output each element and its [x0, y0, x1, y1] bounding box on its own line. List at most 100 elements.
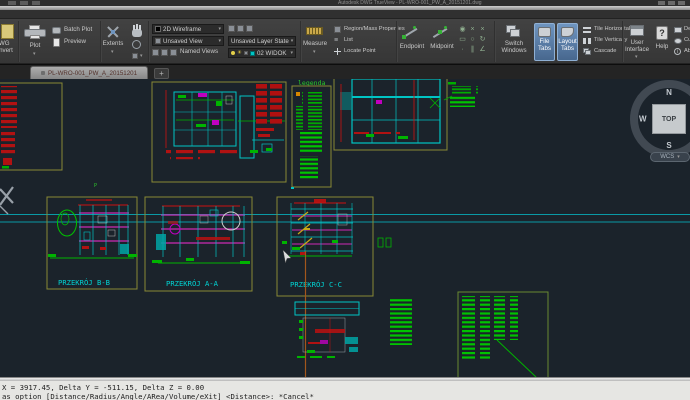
endpoint-icon[interactable]: [402, 26, 418, 40]
snap-intersection-icon[interactable]: ×: [468, 25, 477, 34]
visual-style-dropdown[interactable]: 2D Wireframe ▾: [152, 24, 224, 34]
viewcube-top-face[interactable]: TOP: [652, 104, 686, 134]
midpoint-button[interactable]: Midpoint: [428, 43, 456, 51]
file-tab-active[interactable]: PL-WRO-001_PW_A_20151201: [30, 66, 148, 79]
extents-caret[interactable]: ▾: [111, 50, 114, 55]
customer-involvement-icon: [674, 38, 682, 44]
dwg-convert-button[interactable]: DWG Convert: [0, 40, 19, 55]
close-button[interactable]: [678, 1, 685, 5]
navigation-caret[interactable]: ▾: [140, 54, 143, 59]
snap-polygon-icon[interactable]: ○: [468, 35, 477, 44]
snap-node-icon[interactable]: ·: [458, 45, 467, 54]
dwg-convert-icon[interactable]: [1, 24, 14, 39]
layer-state-dropdown[interactable]: Unsaved Layer State ▾: [228, 36, 296, 46]
drawing-content: legenda P PRZEKRÓJ B-B PRZEKRÓJ A-A PRZE…: [0, 79, 690, 377]
user-interface-button[interactable]: User Interface: [622, 39, 652, 54]
midpoint-icon[interactable]: [432, 26, 448, 40]
named-views-button[interactable]: Named Views: [180, 48, 218, 56]
user-interface-caret[interactable]: ▾: [635, 55, 638, 60]
desktop-analytics-icon: [674, 27, 682, 33]
snap-center-icon[interactable]: ◉: [458, 25, 467, 34]
view-tool-icon[interactable]: [152, 49, 159, 56]
endpoint-button[interactable]: Endpoint: [398, 43, 426, 51]
wcs-label: WCS: [660, 154, 675, 160]
locate-point-button[interactable]: Locate Point: [344, 48, 376, 55]
region-mass-properties-icon: [334, 26, 341, 33]
named-views-icon[interactable]: [170, 49, 177, 56]
desktop-analytics-button[interactable]: Desktop Analytics: [684, 26, 690, 33]
help-button[interactable]: Help: [652, 43, 672, 51]
view-dropdown[interactable]: Unsaved View ▾: [152, 36, 224, 46]
panel-separator: [18, 21, 20, 62]
tile-horizontally-button[interactable]: Tile Horizontally: [594, 26, 634, 33]
floor-plan-2: [333, 79, 448, 151]
plot-dropdown-caret[interactable]: ▾: [33, 52, 36, 57]
navigation-tool-icon[interactable]: [132, 53, 138, 59]
orbit-icon[interactable]: [132, 40, 141, 49]
measure-caret[interactable]: ▾: [313, 50, 316, 55]
measure-ruler-icon[interactable]: [306, 27, 323, 35]
maximize-button[interactable]: [668, 1, 675, 5]
layer-color-swatch: [249, 50, 255, 56]
section-cc-label: PRZEKRÓJ C-C: [290, 280, 342, 289]
snap-angle-icon[interactable]: ∠: [478, 45, 487, 54]
customer-involvement-button[interactable]: Customer Involvement: [684, 37, 690, 44]
switch-windows-icon[interactable]: [506, 25, 520, 37]
measure-button[interactable]: Measure: [300, 40, 330, 48]
extents-button[interactable]: Extents: [98, 40, 128, 48]
chevron-down-icon: ▾: [677, 153, 680, 160]
view-icon: [155, 38, 161, 44]
ucs-marker: [0, 186, 14, 215]
quick-access-icon[interactable]: [32, 1, 40, 5]
plot-button-label[interactable]: Plot: [20, 42, 50, 50]
wcs-dropdown[interactable]: WCS ▾: [650, 152, 690, 162]
batch-plot-icon: [52, 27, 61, 34]
user-interface-icon[interactable]: [630, 25, 644, 36]
view-tool-icon[interactable]: [161, 49, 168, 56]
application-window: Autodesk DWG TrueView - PL-WRO-001_PW_A_…: [0, 0, 690, 400]
new-tab-button[interactable]: +: [154, 68, 169, 79]
osnap-grid: ◉ × × ▭ ○ ↻ · ∥ ∠: [458, 25, 488, 55]
layer-tool-icon[interactable]: [246, 25, 253, 32]
snap-rotate-icon[interactable]: ↻: [478, 35, 487, 44]
chevron-down-icon: ▾: [290, 49, 293, 56]
pan-hand-icon[interactable]: [132, 24, 142, 37]
minimize-button[interactable]: [658, 1, 665, 5]
quick-access-icon[interactable]: [20, 1, 28, 5]
plot-button[interactable]: [24, 25, 46, 40]
layer-tool-icon[interactable]: [228, 25, 235, 32]
batch-plot-button[interactable]: Batch Plot: [64, 26, 92, 34]
cascade-button[interactable]: Cascade: [594, 48, 616, 55]
list-button[interactable]: List: [344, 37, 353, 44]
section-aa-label: PRZEKRÓJ A-A: [166, 279, 219, 288]
layer-tool-icon[interactable]: [237, 25, 244, 32]
notes-green-right: [457, 291, 549, 377]
legend-box: legenda: [291, 79, 332, 188]
help-icon[interactable]: ?: [656, 26, 668, 40]
layout-tabs-toggle[interactable]: Layout Tabs: [557, 23, 578, 61]
switch-windows-button[interactable]: Switch Windows: [498, 40, 530, 55]
tile-horizontally-icon: [583, 27, 591, 33]
viewcube-west[interactable]: W: [639, 115, 647, 124]
preview-button[interactable]: Preview: [64, 38, 86, 46]
cascade-icon: [583, 48, 591, 55]
panel-separator: [148, 21, 150, 62]
viewcube-north[interactable]: N: [666, 88, 672, 97]
layer-state-value: Unsaved Layer State: [231, 37, 289, 45]
section-drawing-cc: PRZEKRÓJ C-C: [276, 196, 374, 297]
section-drawing-aa: PRZEKRÓJ A-A: [144, 196, 253, 292]
zoom-extents-icon[interactable]: [106, 25, 120, 39]
locate-point-icon: [334, 48, 341, 55]
file-tabs-toggle[interactable]: File Tabs: [534, 23, 555, 61]
floor-plan-1: [151, 81, 287, 183]
quick-access-icon[interactable]: [8, 1, 16, 5]
layer-freeze-sun-icon: ☀: [237, 50, 242, 56]
snap-parallel-icon[interactable]: ∥: [468, 45, 477, 54]
command-line-panel[interactable]: X = 3917.45, Delta Y = -511.15, Delta Z …: [0, 381, 690, 400]
about-button[interactable]: About: [684, 48, 690, 55]
layer-dropdown[interactable]: ☀ 02 WIDOK ▾: [228, 48, 296, 58]
file-tab-icon: [40, 71, 45, 75]
snap-apparent-icon[interactable]: ×: [478, 25, 487, 34]
viewcube-south[interactable]: S: [666, 141, 671, 150]
snap-extension-icon[interactable]: ▭: [458, 35, 467, 44]
